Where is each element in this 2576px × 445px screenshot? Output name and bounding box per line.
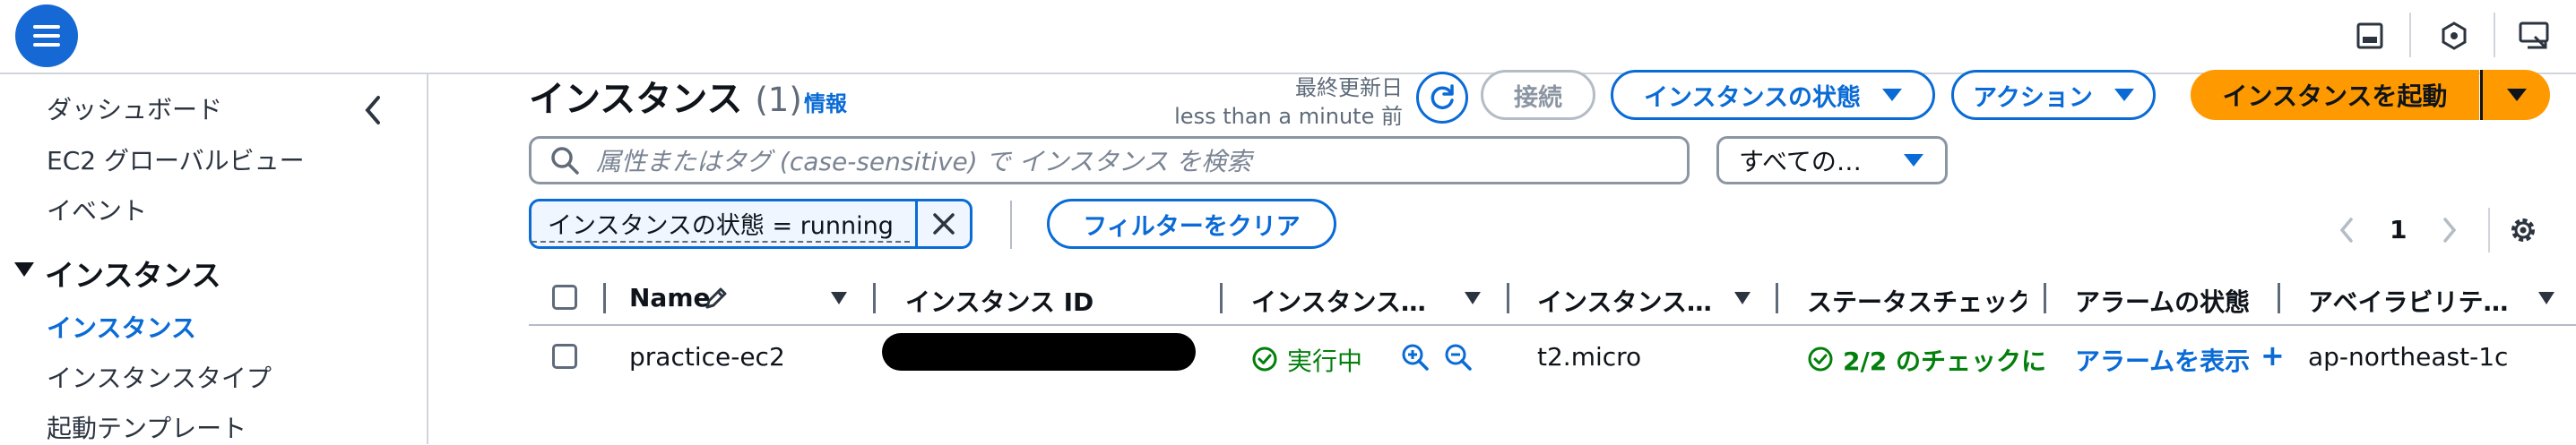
- sort-icon[interactable]: [1734, 292, 1750, 304]
- column-header-instance-state[interactable]: インスタンス…: [1251, 283, 1448, 319]
- zoom-in-icon[interactable]: [1400, 342, 1431, 372]
- redacted-instance-id: [882, 333, 1196, 371]
- column-header-availability-zone[interactable]: アベイラビリテ…: [2308, 283, 2523, 319]
- refresh-button[interactable]: [1416, 72, 1468, 124]
- column-header-name[interactable]: Name: [629, 283, 711, 312]
- launch-dropdown-button[interactable]: [2483, 70, 2550, 120]
- search-input[interactable]: 属性またはタグ (case-sensitive) で インスタンス を検索: [529, 136, 1690, 184]
- column-header-alarm-status[interactable]: アラームの状態: [2075, 283, 2281, 319]
- previous-page-icon[interactable]: [2337, 215, 2356, 245]
- actions-button[interactable]: アクション: [1951, 70, 2156, 120]
- zoom-out-icon[interactable]: [1443, 342, 1474, 372]
- instance-name: practice-ec2: [629, 342, 785, 372]
- column-header-name-label: Name: [629, 283, 711, 312]
- column-header-status-check[interactable]: ステータスチェック: [1807, 283, 2027, 319]
- filter-token[interactable]: インスタンスの状態 = running: [529, 199, 972, 249]
- view-alarms-link[interactable]: アラームを表示: [2075, 342, 2250, 378]
- launch-instance-button[interactable]: インスタンスを起動: [2191, 70, 2479, 120]
- column-divider: [1220, 283, 1223, 313]
- column-divider: [1507, 283, 1509, 313]
- refresh-icon: [1431, 84, 1454, 109]
- instance-type: t2.micro: [1537, 342, 1642, 372]
- instance-state-button[interactable]: インスタンスの状態: [1611, 70, 1935, 120]
- topbar-divider: [2409, 13, 2411, 57]
- select-all-checkbox[interactable]: [552, 285, 577, 310]
- chevron-down-icon: [1881, 89, 1902, 101]
- connect-button[interactable]: 接続: [1481, 70, 1595, 120]
- column-divider: [873, 283, 876, 313]
- filter-token-label: インスタンスの状態 = running: [532, 206, 910, 243]
- notifications-icon[interactable]: [2434, 16, 2474, 56]
- status-check-icon: [1807, 346, 1834, 372]
- toolbar-divider: [1010, 201, 1012, 249]
- column-header-instance-type[interactable]: インスタンス…: [1537, 283, 1716, 319]
- search-icon: [551, 147, 579, 175]
- section-expand-icon[interactable]: [14, 262, 34, 277]
- current-page-number[interactable]: 1: [2390, 215, 2407, 244]
- column-divider: [2044, 283, 2046, 313]
- sidebar-section-instances[interactable]: インスタンス: [45, 252, 221, 295]
- sort-icon[interactable]: [831, 292, 847, 304]
- topbar-divider: [2494, 13, 2495, 57]
- page-title: インスタンス (1): [529, 70, 802, 122]
- hamburger-menu-icon[interactable]: [15, 4, 78, 67]
- next-page-icon[interactable]: [2440, 215, 2459, 245]
- panel-icon[interactable]: [2350, 16, 2390, 56]
- availability-zone: ap-northeast-1c: [2308, 342, 2509, 372]
- sidebar-item-instances[interactable]: インスタンス: [47, 309, 196, 345]
- last-updated-label: 最終更新日: [1295, 75, 1403, 100]
- column-header-instance-id[interactable]: インスタンス ID: [905, 283, 1201, 319]
- collapse-sidebar-icon[interactable]: [360, 94, 387, 126]
- sidebar-item-launch-templates[interactable]: 起動テンプレート: [47, 409, 246, 445]
- info-link[interactable]: 情報: [804, 86, 847, 117]
- close-icon: [933, 213, 955, 235]
- pagination-divider: [2488, 208, 2490, 252]
- gear-icon[interactable]: [2506, 213, 2540, 247]
- sidebar-item-instance-types[interactable]: インスタンスタイプ: [47, 359, 272, 395]
- running-status-icon: [1251, 346, 1278, 372]
- chevron-down-icon: [1904, 154, 1923, 167]
- column-divider: [2278, 283, 2280, 313]
- sort-icon[interactable]: [2538, 292, 2554, 304]
- page-title-text: インスタンス: [529, 79, 743, 120]
- instance-state: 実行中: [1287, 347, 1363, 376]
- edit-icon[interactable]: [703, 285, 730, 312]
- chevron-down-icon: [2506, 89, 2527, 101]
- last-updated-value: less than a minute 前: [1174, 104, 1403, 129]
- search-placeholder: 属性またはタグ (case-sensitive) で インスタンス を検索: [596, 147, 1252, 176]
- sort-icon[interactable]: [1465, 292, 1481, 304]
- clear-filters-button[interactable]: フィルターをクリア: [1047, 199, 1336, 249]
- select-value: すべての…: [1739, 147, 1862, 176]
- instance-count: (1): [755, 81, 802, 119]
- actions-label: アクション: [1973, 83, 2093, 112]
- top-navigation-bar: [0, 0, 2576, 74]
- sidebar-item-events[interactable]: イベント: [47, 192, 147, 227]
- property-filter-select[interactable]: すべての…: [1716, 136, 1948, 184]
- sidebar-item-global-view[interactable]: EC2 グローバルビュー: [47, 141, 305, 177]
- sidebar: ダッシュボード EC2 グローバルビュー イベント インスタンス インスタンス …: [0, 74, 428, 444]
- column-divider: [603, 283, 606, 313]
- column-divider: [1776, 283, 1778, 313]
- status-check-value: 2/2 のチェックに: [1843, 347, 2044, 376]
- chevron-down-icon: [2114, 89, 2134, 101]
- instance-state-label: インスタンスの状態: [1644, 83, 1861, 112]
- row-checkbox[interactable]: [552, 344, 577, 369]
- screen-share-icon[interactable]: [2515, 16, 2554, 56]
- remove-filter-button[interactable]: [915, 201, 970, 246]
- add-alarm-icon[interactable]: +: [2260, 338, 2285, 372]
- sidebar-item-dashboard[interactable]: ダッシュボード: [47, 90, 222, 126]
